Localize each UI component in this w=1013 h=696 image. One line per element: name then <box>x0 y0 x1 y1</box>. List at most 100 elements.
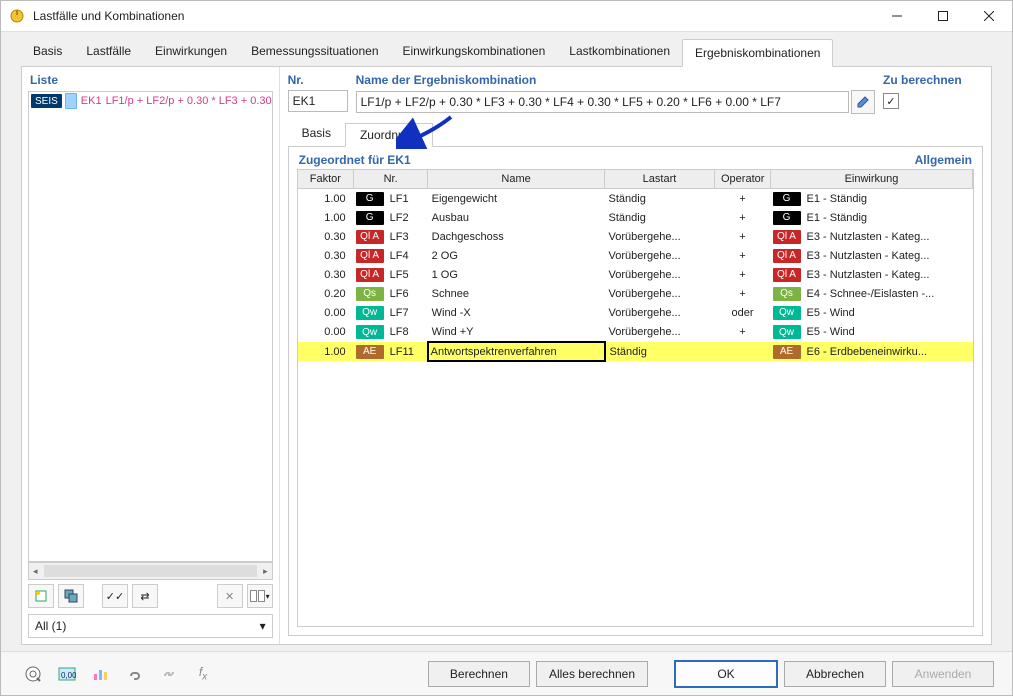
cell-badge[interactable]: G <box>354 208 386 227</box>
cell-operator[interactable]: + <box>715 284 771 303</box>
table-row[interactable]: 0.00QwLF8Wind +YVorübergehe...+QwE5 - Wi… <box>298 322 973 342</box>
scroll-right-icon[interactable]: ▸ <box>259 566 272 577</box>
list-item[interactable]: SEIS EK1 LF1/p + LF2/p + 0.30 * LF3 + 0.… <box>29 92 272 110</box>
units-button[interactable]: 0,00 <box>53 661 81 687</box>
table-row[interactable]: 1.00GLF1EigengewichtStändig+GE1 - Ständi… <box>298 189 973 209</box>
cell-badge[interactable]: Ql A <box>354 227 386 246</box>
cell-lastart[interactable]: Vorübergehe... <box>605 265 715 284</box>
cell-nr[interactable]: LF1 <box>386 189 428 209</box>
main-tab[interactable]: Bemessungssituationen <box>239 38 390 66</box>
help-button[interactable] <box>19 661 47 687</box>
scroll-thumb[interactable] <box>44 565 258 577</box>
unlink-button[interactable] <box>155 661 183 687</box>
cell-name[interactable]: Schnee <box>428 284 605 303</box>
cell-faktor[interactable]: 1.00 <box>298 189 354 209</box>
cell-einwirkung[interactable]: E3 - Nutzlasten - Kateg... <box>803 246 973 265</box>
cell-badge-einw[interactable]: G <box>771 208 803 227</box>
assignment-table[interactable]: Faktor Nr. Name Lastart Operator Einwirk… <box>297 169 974 627</box>
main-tab[interactable]: Einwirkungen <box>143 38 239 66</box>
cell-faktor[interactable]: 0.30 <box>298 265 354 284</box>
nr-input[interactable]: EK1 <box>288 90 348 112</box>
cell-nr[interactable]: LF5 <box>386 265 428 284</box>
cell-nr[interactable]: LF4 <box>386 246 428 265</box>
cell-name[interactable]: 1 OG <box>428 265 605 284</box>
sub-tab[interactable]: Zuordnung <box>345 123 433 147</box>
cell-operator[interactable]: + <box>715 227 771 246</box>
main-tab[interactable]: Lastfälle <box>74 38 143 66</box>
cell-name[interactable]: Dachgeschoss <box>428 227 605 246</box>
uncheck-button[interactable]: ⇄ <box>132 584 158 608</box>
filter-dropdown[interactable]: All (1) ▾ <box>28 614 273 638</box>
delete-button[interactable]: ✕ <box>217 584 243 608</box>
main-tab[interactable]: Lastkombinationen <box>557 38 682 66</box>
cell-badge[interactable]: Qw <box>354 303 386 322</box>
cancel-button[interactable]: Abbrechen <box>784 661 886 687</box>
cell-lastart[interactable]: Ständig <box>605 208 715 227</box>
cell-lastart[interactable]: Vorübergehe... <box>605 303 715 322</box>
cell-operator[interactable]: + <box>715 265 771 284</box>
cell-nr[interactable]: LF6 <box>386 284 428 303</box>
cell-nr[interactable]: LF7 <box>386 303 428 322</box>
cell-faktor[interactable]: 1.00 <box>298 342 354 361</box>
check-button[interactable]: ✓✓ <box>102 584 128 608</box>
horizontal-scrollbar[interactable]: ◂ ▸ <box>28 562 273 580</box>
col-einwirkung[interactable]: Einwirkung <box>771 170 973 189</box>
link-button[interactable] <box>121 661 149 687</box>
col-name[interactable]: Name <box>428 170 605 189</box>
col-nr[interactable]: Nr. <box>354 170 428 189</box>
col-operator[interactable]: Operator <box>715 170 771 189</box>
cell-badge[interactable]: Qs <box>354 284 386 303</box>
cell-nr[interactable]: LF3 <box>386 227 428 246</box>
cell-lastart[interactable]: Vorübergehe... <box>605 227 715 246</box>
cell-badge-einw[interactable]: AE <box>771 342 803 361</box>
cell-operator[interactable]: + <box>715 189 771 209</box>
cell-badge[interactable]: Ql A <box>354 265 386 284</box>
chart-button[interactable] <box>87 661 115 687</box>
cell-lastart[interactable]: Vorübergehe... <box>605 284 715 303</box>
cell-operator[interactable]: + <box>715 208 771 227</box>
table-row[interactable]: 0.30Ql ALF42 OGVorübergehe...+Ql AE3 - N… <box>298 246 973 265</box>
cell-badge-einw[interactable]: Qw <box>771 322 803 342</box>
edit-name-button[interactable] <box>851 90 875 114</box>
table-row[interactable]: 1.00AELF11AntwortspektrenverfahrenStändi… <box>298 342 973 361</box>
cell-badge[interactable]: Qw <box>354 322 386 342</box>
cell-operator[interactable] <box>715 342 771 361</box>
close-button[interactable] <box>966 1 1012 31</box>
cell-badge-einw[interactable]: Ql A <box>771 246 803 265</box>
cell-faktor[interactable]: 0.20 <box>298 284 354 303</box>
copy-item-button[interactable] <box>58 584 84 608</box>
cell-badge-einw[interactable]: Ql A <box>771 265 803 284</box>
ok-button[interactable]: OK <box>674 660 778 688</box>
function-button[interactable]: fx <box>189 661 217 687</box>
calculate-all-button[interactable]: Alles berechnen <box>536 661 648 687</box>
cell-einwirkung[interactable]: E4 - Schnee-/Eislasten -... <box>803 284 973 303</box>
calculate-checkbox[interactable]: ✓ <box>883 93 899 109</box>
maximize-button[interactable] <box>920 1 966 31</box>
main-tab[interactable]: Basis <box>21 38 74 66</box>
cell-faktor[interactable]: 1.00 <box>298 208 354 227</box>
cell-lastart[interactable]: Ständig <box>605 189 715 209</box>
name-input[interactable]: LF1/p + LF2/p + 0.30 * LF3 + 0.30 * LF4 … <box>356 91 849 113</box>
cell-operator[interactable]: oder <box>715 303 771 322</box>
cell-lastart[interactable]: Ständig <box>605 342 715 361</box>
cell-badge[interactable]: Ql A <box>354 246 386 265</box>
cell-badge-einw[interactable]: Qw <box>771 303 803 322</box>
cell-badge-einw[interactable]: G <box>771 189 803 209</box>
cell-einwirkung[interactable]: E5 - Wind <box>803 322 973 342</box>
cell-badge-einw[interactable]: Qs <box>771 284 803 303</box>
new-item-button[interactable] <box>28 584 54 608</box>
table-row[interactable]: 0.00QwLF7Wind -XVorübergehe...oderQwE5 -… <box>298 303 973 322</box>
main-tab[interactable]: Einwirkungskombinationen <box>391 38 558 66</box>
cell-name[interactable]: 2 OG <box>428 246 605 265</box>
cell-name[interactable]: Antwortspektrenverfahren <box>428 342 605 361</box>
minimize-button[interactable] <box>874 1 920 31</box>
cell-badge-einw[interactable]: Ql A <box>771 227 803 246</box>
main-tab[interactable]: Ergebniskombinationen <box>682 39 833 67</box>
table-row[interactable]: 0.30Ql ALF51 OGVorübergehe...+Ql AE3 - N… <box>298 265 973 284</box>
cell-name[interactable]: Wind -X <box>428 303 605 322</box>
cell-nr[interactable]: LF8 <box>386 322 428 342</box>
apply-button[interactable]: Anwenden <box>892 661 994 687</box>
cell-badge[interactable]: G <box>354 189 386 209</box>
cell-operator[interactable]: + <box>715 246 771 265</box>
cell-operator[interactable]: + <box>715 322 771 342</box>
